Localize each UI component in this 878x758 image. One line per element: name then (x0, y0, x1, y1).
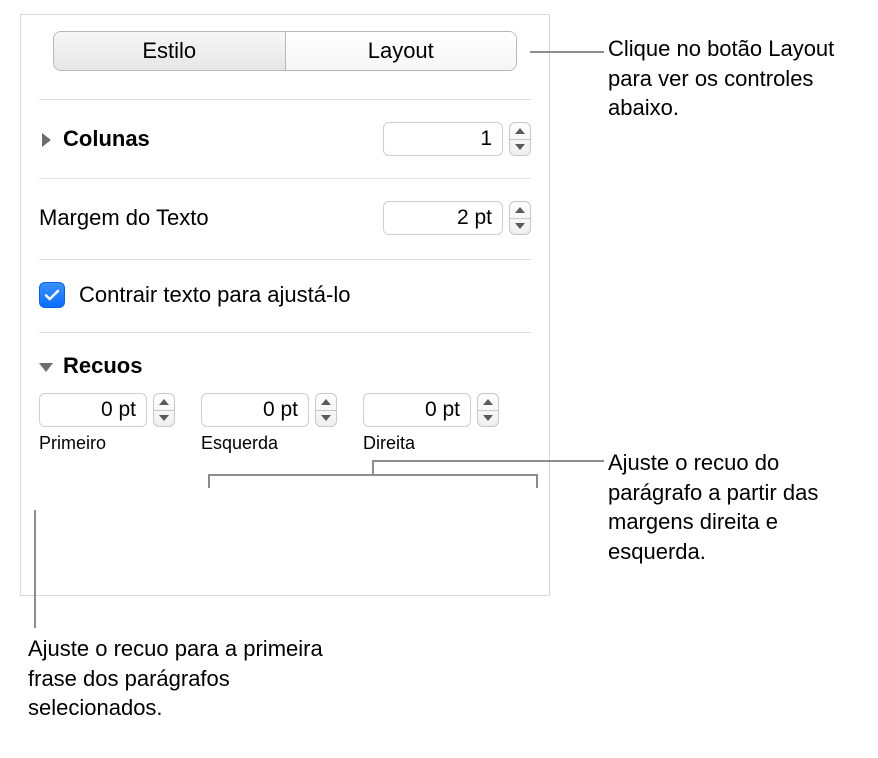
indent-right-step-up[interactable] (478, 394, 498, 410)
indents-row: 0 pt Primeiro 0 pt Esquerda 0 pt (21, 379, 549, 454)
callout-leader (372, 460, 374, 474)
indent-left-input[interactable]: 0 pt (201, 393, 309, 427)
indent-right-input[interactable]: 0 pt (363, 393, 471, 427)
indent-first-step-down[interactable] (154, 410, 174, 427)
shrink-label: Contrair texto para ajustá-lo (79, 282, 350, 308)
indent-left-caption: Esquerda (201, 433, 337, 454)
row-text-margin: Margem do Texto 2 pt (21, 179, 549, 235)
indent-right-step-down[interactable] (478, 410, 498, 427)
indent-left-stepper (315, 393, 337, 427)
shrink-checkbox[interactable] (39, 282, 65, 308)
indent-right-caption: Direita (363, 433, 499, 454)
callout-layout-tab: Clique no botão Layout para ver os contr… (608, 34, 858, 123)
chevron-down-icon[interactable] (39, 359, 53, 373)
segmented-control: Estilo Layout (53, 31, 517, 71)
tab-style[interactable]: Estilo (54, 32, 285, 70)
indents-label-group: Recuos (39, 353, 142, 379)
indents-label: Recuos (63, 353, 142, 379)
callout-indent-lr: Ajuste o recuo do parágrafo a partir das… (608, 448, 858, 567)
columns-label-group: Colunas (39, 126, 150, 152)
columns-step-up[interactable] (510, 123, 530, 139)
text-margin-field-group: 2 pt (383, 201, 531, 235)
text-margin-step-up[interactable] (510, 202, 530, 218)
indent-right-col: 0 pt Direita (363, 393, 499, 454)
indent-left-step-up[interactable] (316, 394, 336, 410)
row-columns: Colunas 1 (21, 100, 549, 156)
callout-indent-first: Ajuste o recuo para a primeira frase dos… (28, 634, 328, 723)
columns-label: Colunas (63, 126, 150, 152)
callout-leader (34, 510, 36, 628)
text-margin-stepper (509, 201, 531, 235)
indent-first-step-up[interactable] (154, 394, 174, 410)
columns-field-group: 1 (383, 122, 531, 156)
indent-first-stepper (153, 393, 175, 427)
indent-right-stepper (477, 393, 499, 427)
indent-first-caption: Primeiro (39, 433, 175, 454)
columns-input[interactable]: 1 (383, 122, 503, 156)
indent-left-col: 0 pt Esquerda (201, 393, 337, 454)
columns-step-down[interactable] (510, 139, 530, 156)
row-indents-header: Recuos (21, 333, 549, 379)
chevron-right-icon[interactable] (39, 132, 53, 146)
row-shrink-text: Contrair texto para ajustá-lo (21, 260, 549, 308)
callout-bracket (208, 474, 538, 488)
callout-leader (372, 460, 604, 462)
tab-layout[interactable]: Layout (285, 32, 517, 70)
text-margin-label: Margem do Texto (39, 205, 209, 231)
indent-first-col: 0 pt Primeiro (39, 393, 175, 454)
indent-left-step-down[interactable] (316, 410, 336, 427)
callout-leader (530, 51, 604, 53)
indent-first-input[interactable]: 0 pt (39, 393, 147, 427)
segmented-control-wrap: Estilo Layout (21, 15, 549, 71)
columns-stepper (509, 122, 531, 156)
check-icon (43, 286, 61, 304)
text-margin-step-down[interactable] (510, 218, 530, 235)
text-margin-input[interactable]: 2 pt (383, 201, 503, 235)
layout-panel: Estilo Layout Colunas 1 Margem do Texto … (20, 14, 550, 596)
